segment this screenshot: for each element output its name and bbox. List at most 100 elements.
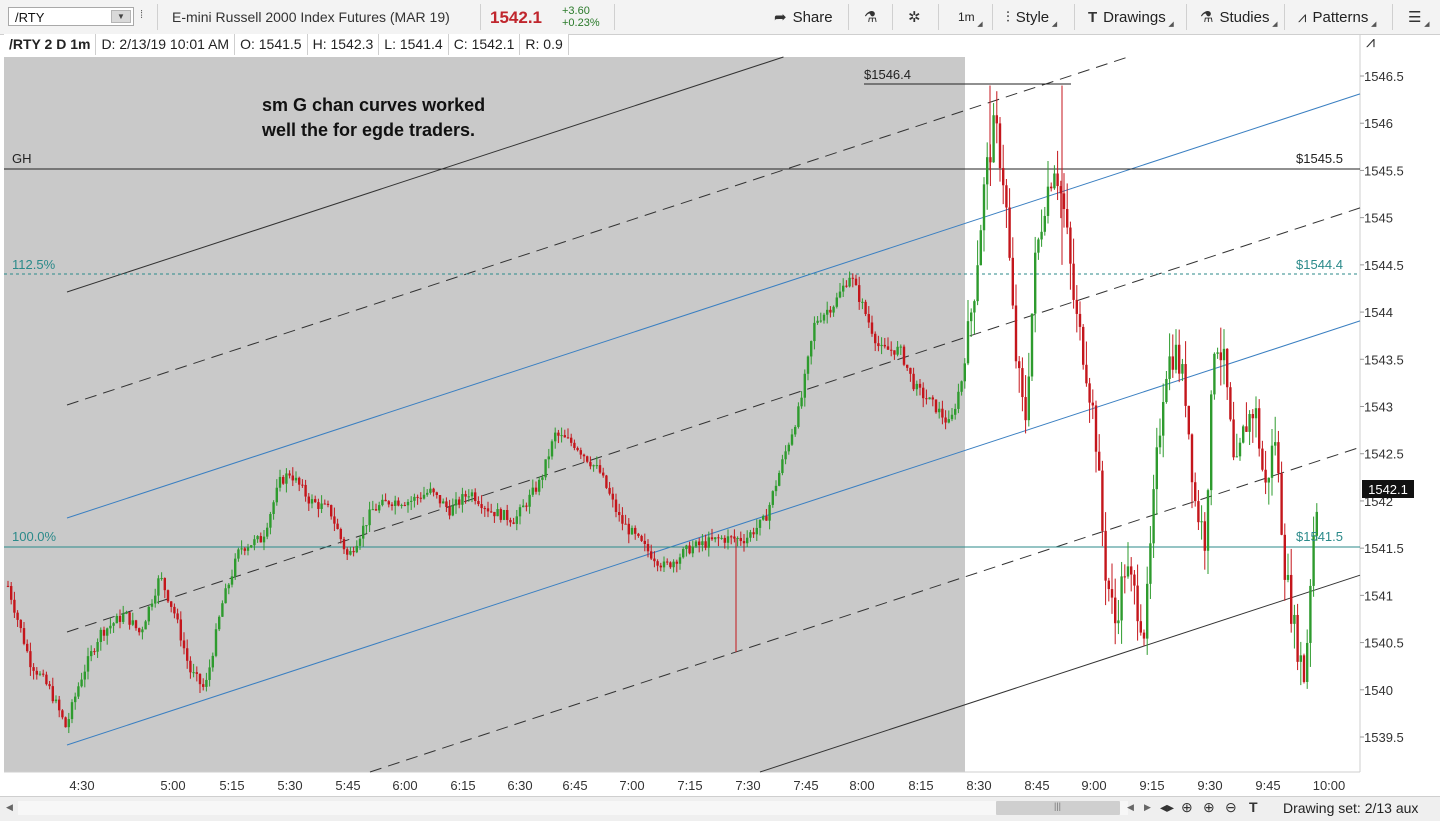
drawing-set-label[interactable]: Drawing set: 2/13 aux <box>1283 800 1418 816</box>
candle-body <box>125 612 128 614</box>
candle-body <box>1283 534 1286 580</box>
candle-body <box>918 383 922 388</box>
candle <box>1107 577 1110 602</box>
zoom-out-icon[interactable]: ⊖ <box>1225 799 1237 816</box>
patterns-button[interactable]: ⩘ Patterns ◢ <box>1298 5 1376 29</box>
candle-body <box>413 496 416 501</box>
candle <box>1190 433 1194 509</box>
candle-body <box>966 321 970 364</box>
candle <box>1258 399 1261 457</box>
candle-body <box>998 123 1002 169</box>
candle-body <box>883 344 886 347</box>
candle-body <box>1072 263 1075 300</box>
candle-body <box>835 297 838 307</box>
text-tool-icon[interactable]: T <box>1249 799 1258 815</box>
candle <box>1242 424 1245 444</box>
change-abs: +3.60 <box>562 5 590 17</box>
candle-body <box>941 408 944 418</box>
info-date: D: 2/13/19 10:01 AM <box>96 34 236 55</box>
candle-body <box>1018 361 1021 369</box>
x-tick-label: 10:00 <box>1313 778 1346 793</box>
candle-body <box>659 565 662 568</box>
candle-body <box>582 454 586 457</box>
candle-body <box>768 504 771 521</box>
scroll-left-small-icon[interactable]: ◀ <box>1127 802 1134 813</box>
candle-body <box>13 599 16 613</box>
candle-body <box>173 606 176 614</box>
candle-body <box>1005 185 1008 208</box>
candle-body <box>1168 356 1171 379</box>
candle-body <box>422 494 426 499</box>
instrument-description: E-mini Russell 2000 Index Futures (MAR 1… <box>172 9 450 25</box>
candle-body <box>1200 521 1203 523</box>
candle-body <box>1213 353 1216 395</box>
scroll-left-icon[interactable]: ◀ <box>6 802 13 813</box>
symbol-text: /RTY <box>15 10 45 25</box>
candle-body <box>323 503 326 505</box>
studies-button[interactable]: ⚗ Studies ◢ <box>1200 5 1278 29</box>
flask-button[interactable]: ⚗ <box>864 5 877 29</box>
candle-body <box>547 456 550 460</box>
x-tick-label: 6:30 <box>507 778 532 793</box>
drawings-button[interactable]: T Drawings ◢ <box>1088 5 1174 29</box>
candle-body <box>298 477 301 485</box>
candle-body <box>499 509 502 520</box>
x-tick-label: 9:00 <box>1081 778 1106 793</box>
candle-body <box>781 459 784 474</box>
candle-body <box>115 615 118 624</box>
candle-body <box>1190 434 1194 483</box>
candle-body <box>410 500 413 502</box>
candle <box>1011 237 1014 310</box>
candle <box>1005 178 1008 228</box>
candle-body <box>733 536 736 539</box>
candle <box>1021 357 1024 412</box>
candle-body <box>1014 305 1018 362</box>
settings-button[interactable]: ✲ <box>908 5 921 29</box>
candle-body <box>205 679 208 687</box>
price-chart[interactable]: 1546.5 1546 1545.5 1545 1544.5 1544 1543.5 1543… <box>0 0 1440 796</box>
candle-body <box>326 503 330 506</box>
candle-body <box>266 527 269 537</box>
expand-icon[interactable]: ◂▸ <box>1160 799 1174 816</box>
x-tick-label: 7:45 <box>793 778 818 793</box>
symbol-selector[interactable]: /RTY ▼ <box>8 7 134 26</box>
share-button[interactable]: ➦ Share <box>774 5 833 29</box>
candle-body <box>179 619 182 641</box>
y-tick-label: 1546.5 <box>1364 69 1404 84</box>
candle-body <box>483 508 486 510</box>
x-tick-label: 8:45 <box>1024 778 1049 793</box>
last-price-tag: 1542.1 <box>1368 482 1408 497</box>
interval-button[interactable]: 1m ◢ <box>958 5 983 29</box>
chevron-down-icon[interactable]: ▼ <box>111 10 131 23</box>
menu-button[interactable]: ☰ ◢ <box>1408 5 1429 29</box>
candle-body <box>1270 445 1274 478</box>
candle-body <box>390 504 394 506</box>
crosshair-icon[interactable]: ⊕ <box>1181 799 1193 816</box>
candle-body <box>1098 451 1101 471</box>
candle-body <box>1146 583 1149 639</box>
candle-body <box>118 615 122 622</box>
candle <box>1210 390 1213 506</box>
x-tick-label: 7:15 <box>677 778 702 793</box>
candle-body <box>189 660 192 673</box>
candle-body <box>291 475 294 481</box>
candle-body <box>294 477 298 481</box>
candle-body <box>797 406 800 427</box>
style-button[interactable]: ⫶ Style ◢ <box>1006 5 1057 29</box>
zoom-in-icon[interactable]: ⊕ <box>1203 799 1215 816</box>
candle <box>1072 238 1075 309</box>
candle-body <box>138 628 141 633</box>
candle-body <box>99 629 102 643</box>
y-tick-label: 1542.5 <box>1364 447 1404 462</box>
candle-body <box>742 541 746 544</box>
candle <box>1248 410 1251 446</box>
candle-body <box>838 291 842 298</box>
candle <box>502 509 506 521</box>
scrollbar-track[interactable] <box>18 801 1128 815</box>
link-icon[interactable]: ⁞ <box>140 9 150 25</box>
chart-mode-icon[interactable]: ⩘ <box>1366 34 1375 52</box>
candle <box>1306 629 1309 689</box>
candle-body <box>518 507 522 517</box>
scroll-right-icon[interactable]: ▶ <box>1144 802 1151 813</box>
candle-body <box>282 476 285 484</box>
